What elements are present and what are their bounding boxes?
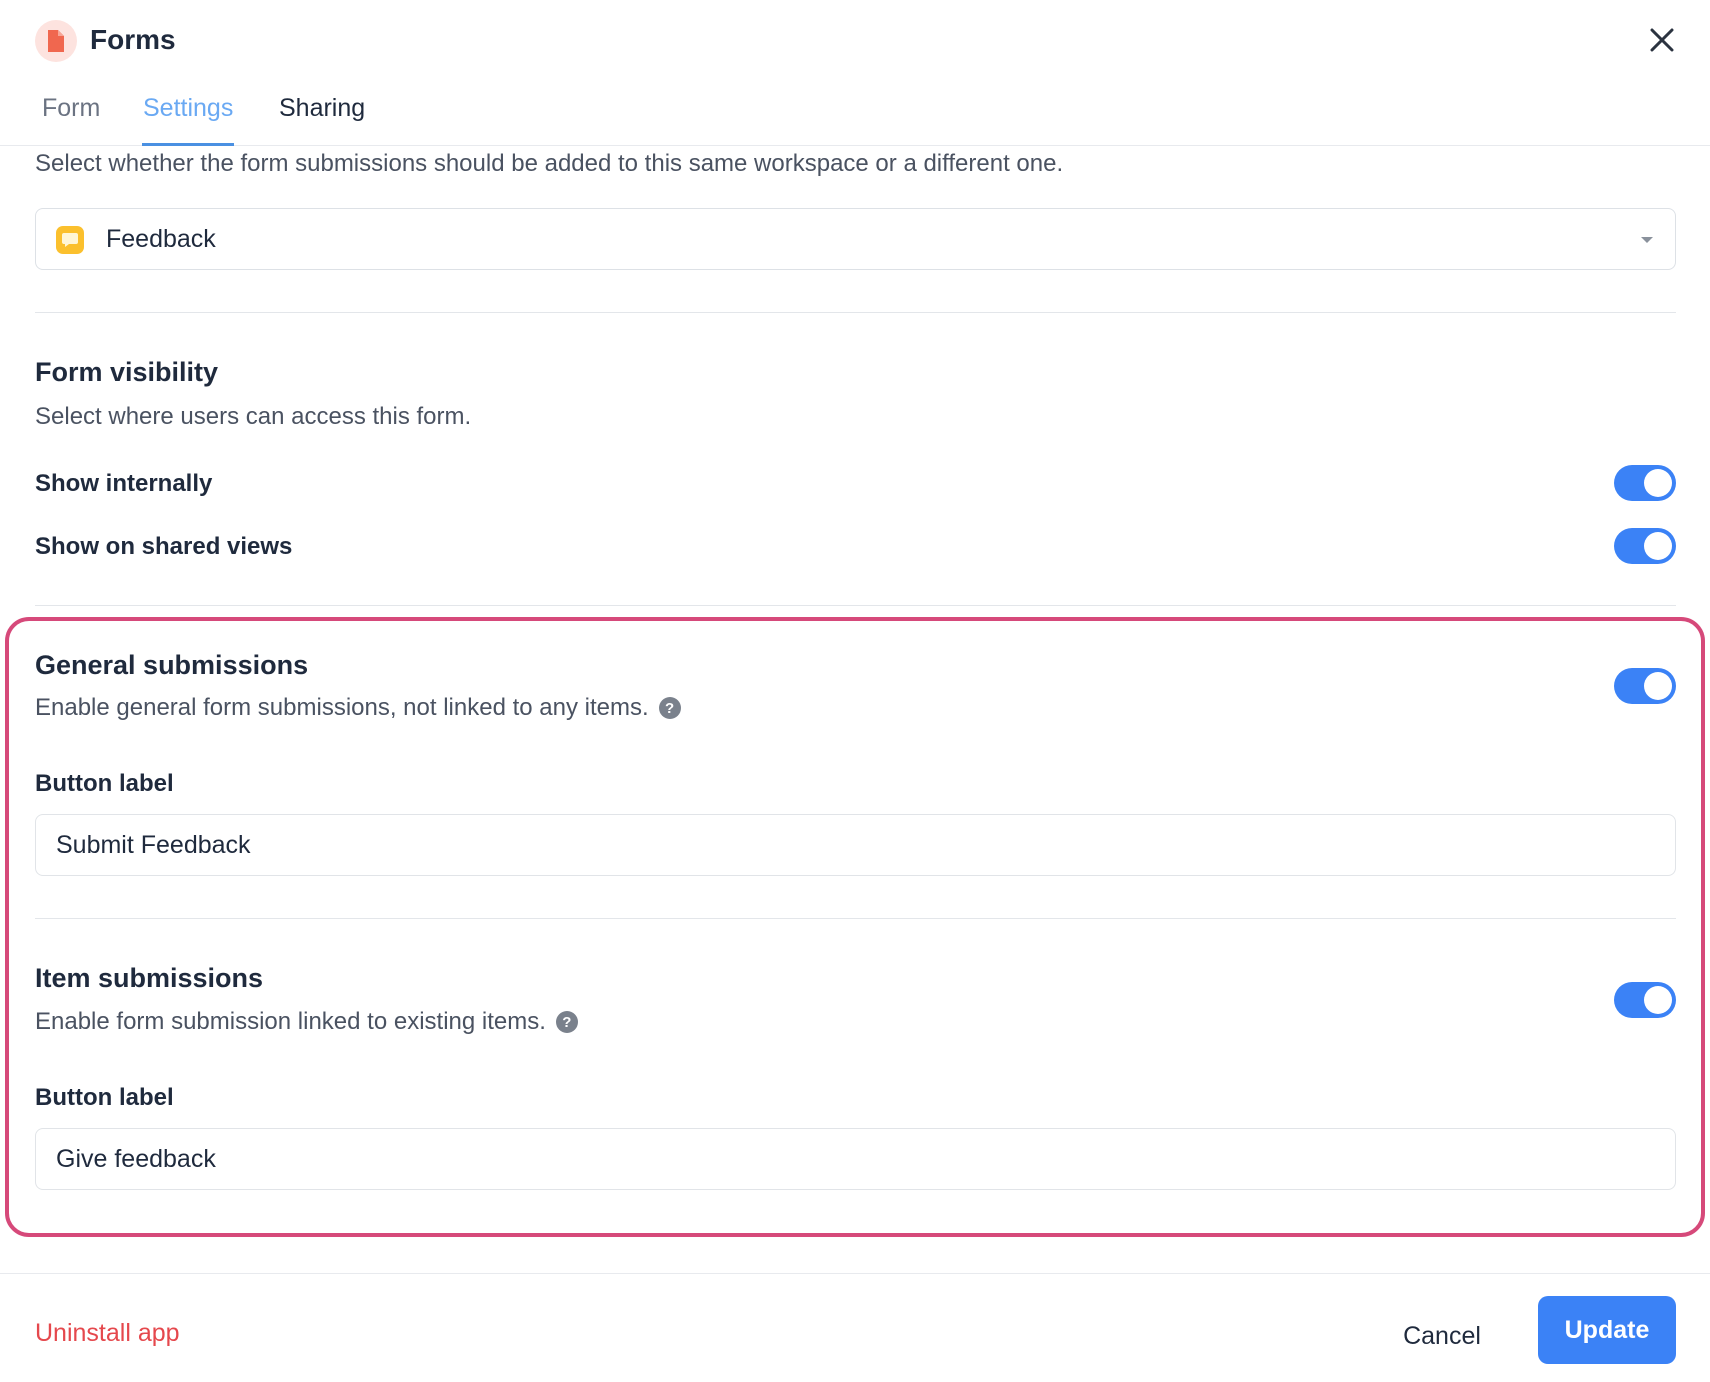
toggle-knob	[1644, 469, 1672, 497]
dialog-header: Forms Form Settings Sharing	[0, 0, 1710, 146]
item-button-label-input[interactable]	[35, 1128, 1676, 1190]
document-icon	[48, 30, 64, 52]
item-submissions-title: Item submissions	[35, 963, 264, 993]
visibility-title: Form visibility	[35, 357, 219, 387]
show-on-shared-views-label: Show on shared views	[35, 533, 293, 560]
toggle-knob	[1644, 672, 1672, 700]
visibility-description-text: Select where users can access this form.	[35, 403, 472, 430]
item-submissions-toggle[interactable]	[1614, 982, 1676, 1018]
chat-bubble-icon	[56, 226, 84, 254]
workspace-select-value: Feedback	[106, 225, 216, 253]
general-submissions-toggle[interactable]	[1614, 668, 1676, 704]
tab-sharing[interactable]: Sharing	[279, 88, 365, 146]
item-button-label-title: Button label	[35, 1084, 174, 1111]
toggle-knob	[1644, 532, 1672, 560]
general-submissions-description: Enable general form submissions, not lin…	[35, 694, 681, 722]
show-internally-toggle[interactable]	[1614, 465, 1676, 501]
show-internally-label: Show internally	[35, 470, 213, 497]
close-icon	[1650, 28, 1674, 52]
general-submissions-title: General submissions	[35, 650, 309, 680]
tab-settings[interactable]: Settings	[142, 88, 235, 146]
section-divider	[35, 312, 1676, 313]
visibility-description: Select where users can access this form.	[35, 403, 471, 431]
section-divider	[35, 918, 1676, 919]
workspace-description: Select whether the form submissions shou…	[35, 150, 1064, 177]
section-divider	[35, 605, 1676, 606]
item-submissions-description-text: Enable form submission linked to existin…	[35, 1008, 546, 1035]
chevron-down-icon	[1641, 237, 1653, 243]
app-title: Forms	[90, 24, 176, 55]
toggle-knob	[1644, 986, 1672, 1014]
close-button[interactable]	[1644, 22, 1680, 58]
tab-form[interactable]: Form	[42, 88, 100, 146]
help-icon[interactable]: ?	[658, 697, 681, 719]
workspace-select[interactable]: Feedback	[35, 208, 1676, 270]
dialog-footer: Uninstall app Cancel Update	[0, 1273, 1710, 1382]
update-button[interactable]: Update	[1538, 1296, 1676, 1364]
general-submissions-description-text: Enable general form submissions, not lin…	[35, 694, 649, 721]
app-logo	[35, 20, 77, 62]
cancel-button[interactable]: Cancel	[1380, 1304, 1504, 1368]
help-icon[interactable]: ?	[555, 1011, 578, 1033]
uninstall-app-link[interactable]: Uninstall app	[35, 1319, 180, 1348]
item-submissions-description: Enable form submission linked to existin…	[35, 1008, 578, 1036]
show-on-shared-views-toggle[interactable]	[1614, 528, 1676, 564]
general-button-label-input[interactable]	[35, 814, 1676, 876]
general-button-label-title: Button label	[35, 770, 174, 797]
